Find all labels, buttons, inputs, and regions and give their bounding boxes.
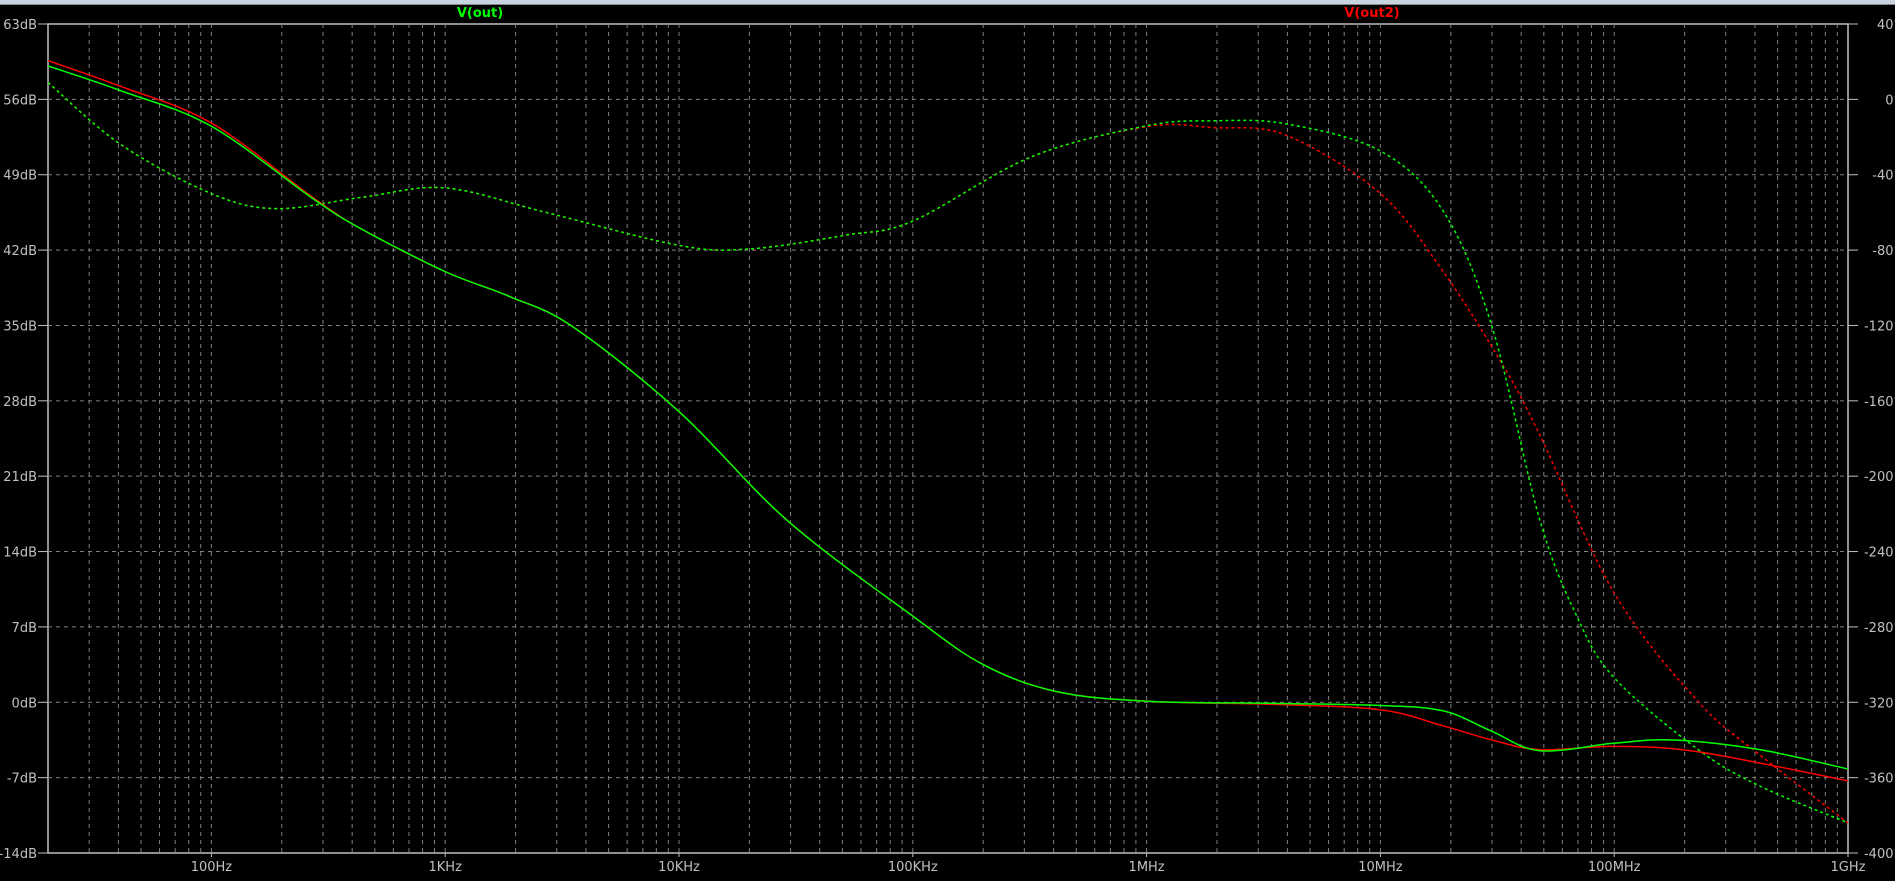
y-tick-label-right: -40° — [1872, 169, 1895, 184]
y-tick-label-right: 0° — [1885, 93, 1895, 108]
legend-v-out2[interactable]: V(out2) — [1344, 6, 1399, 21]
x-tick-label: 10KHz — [658, 860, 700, 875]
y-tick-label-right: -80° — [1872, 244, 1895, 259]
x-tick-label: 1GHz — [1831, 860, 1866, 875]
grid — [48, 24, 1848, 853]
x-tick-label: 1MHz — [1129, 860, 1165, 875]
y-tick-label-right: -320° — [1864, 696, 1895, 711]
y-tick-label-right: -280° — [1864, 621, 1895, 636]
x-tick-label: 1KHz — [429, 860, 463, 875]
y-tick-label-left: 7dB — [12, 621, 37, 636]
y-tick-label-left: 28dB — [3, 395, 37, 410]
bode-plot[interactable]: 100Hz 1KHz 10KHz 100KHz 1MHz 10MHz 100MHz 1GHz 6… — [0, 0, 1895, 881]
y-tick-label-right: 40° — [1877, 18, 1895, 33]
y-tick-label-right: -400° — [1864, 847, 1895, 862]
y-tick-label-left: 56dB — [3, 93, 37, 108]
y-tick-label-left: 21dB — [3, 470, 37, 485]
y-tick-label-left: 0dB — [12, 696, 37, 711]
x-tick-label: 10MHz — [1358, 860, 1403, 875]
y-tick-label-left: 35dB — [3, 319, 37, 334]
y-tick-label-right: -160° — [1864, 395, 1895, 410]
y-tick-label-left: 14dB — [3, 546, 37, 561]
y-tick-label-right: -120° — [1864, 319, 1895, 334]
y-tick-label-left: 63dB — [3, 18, 37, 33]
y-tick-label-right: -200° — [1864, 470, 1895, 485]
y-tick-label-left: 42dB — [3, 244, 37, 259]
x-tick-label: 100MHz — [1588, 860, 1641, 875]
legend-v-out[interactable]: V(out) — [457, 6, 503, 21]
y-tick-label-right: -360° — [1864, 772, 1895, 787]
y-tick-label-right: -240° — [1864, 546, 1895, 561]
y-tick-label-left: -7dB — [7, 772, 37, 787]
y-tick-label-left: 49dB — [3, 169, 37, 184]
x-tick-label: 100Hz — [191, 860, 233, 875]
y-tick-label-left: -14dB — [0, 847, 37, 862]
x-tick-label: 100KHz — [888, 860, 938, 875]
